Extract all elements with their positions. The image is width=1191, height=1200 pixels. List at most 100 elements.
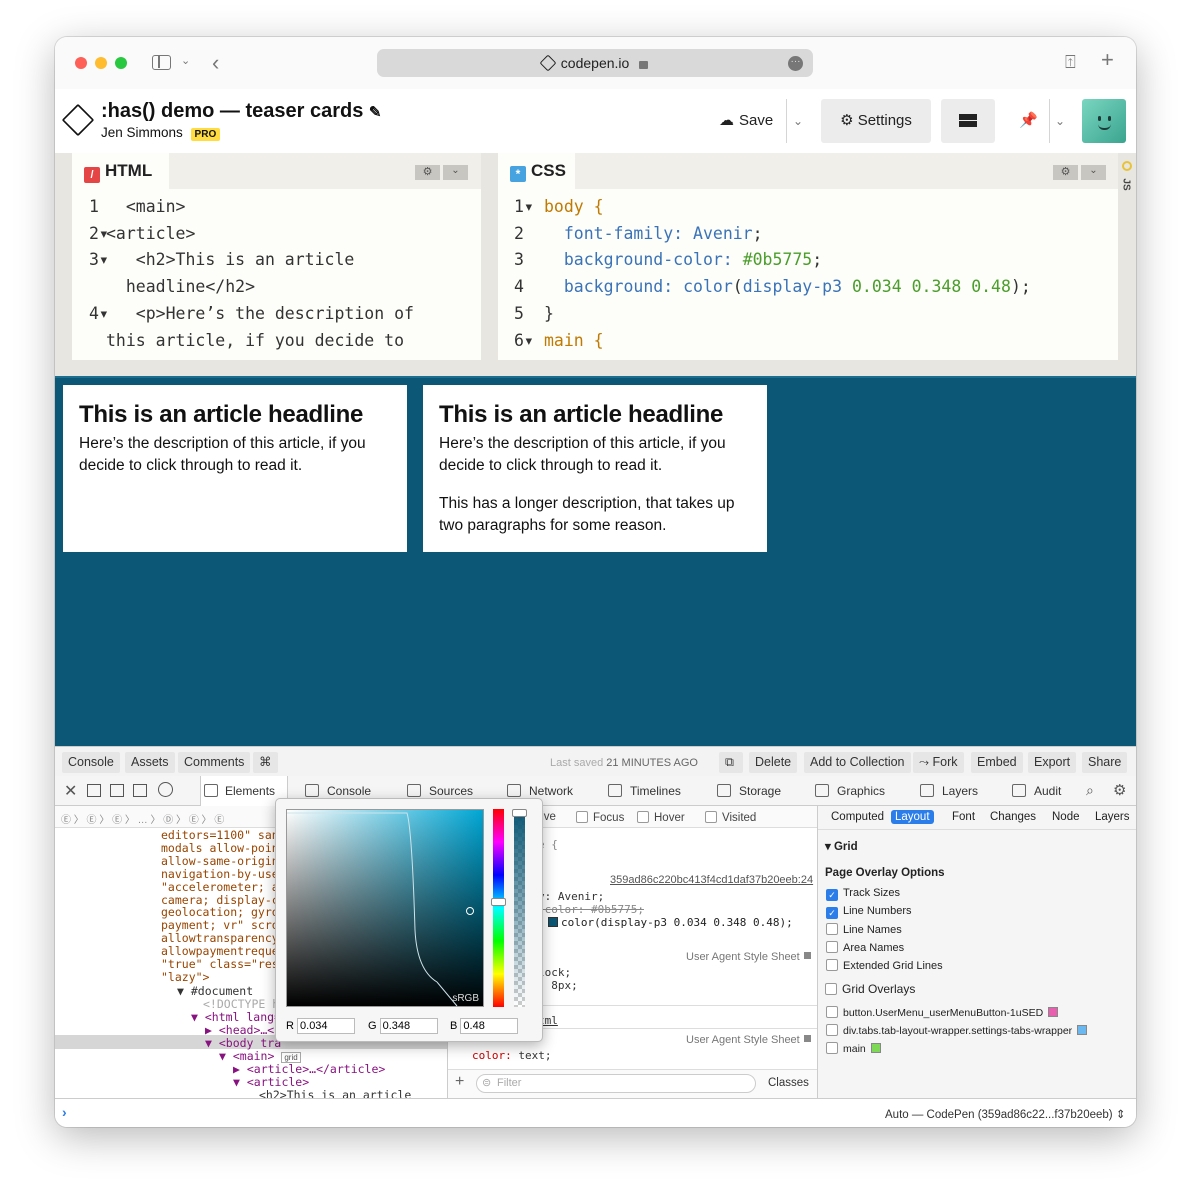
keyboard-shortcuts-button[interactable]: ⌘ [253,752,278,773]
open-new-window-icon[interactable]: ⧉ [719,752,743,773]
css-code[interactable]: 1▾ body {2 font-family: Avenir; 3 backgrou… [498,189,1118,360]
console-prompt-icon[interactable]: › [62,1104,67,1120]
tab-font[interactable]: Font [948,810,979,824]
search-icon[interactable]: ⌕ [1086,782,1094,799]
editor-settings-icon[interactable]: ⚙ [1053,165,1078,180]
dom-main[interactable]: ▼ <main> grid [219,1049,301,1063]
blue-channel-field[interactable]: B 0.48 [450,1018,519,1034]
console-button[interactable]: Console [62,752,120,773]
share-button[interactable]: Share [1082,752,1128,773]
grid-section-header[interactable]: ▾ Grid [825,839,858,853]
checkbox[interactable] [826,923,838,935]
change-view-button[interactable] [941,99,995,143]
tab-layout[interactable]: Layout [891,810,934,824]
address-bar[interactable]: codepen.io ··· [377,49,813,77]
overlay-option[interactable]: Extended Grid Lines [826,959,943,972]
tab-storage[interactable]: Storage [717,776,781,806]
overlay-option[interactable]: ✓ Line Numbers [826,905,911,919]
overlay-color-swatch[interactable] [870,1043,881,1053]
dom-article[interactable]: ▶ <article>…</article> [233,1062,385,1076]
stylesheet-source-link[interactable]: 359ad86c220bc413f4cd1daf37b20eeb:24 [610,874,813,886]
inspect-target-icon[interactable] [158,782,173,797]
delete-button[interactable]: Delete [749,752,798,773]
console-input[interactable] [75,1103,855,1123]
tab-graphics[interactable]: Graphics [815,776,885,806]
close-window-button[interactable] [75,57,87,69]
dom-h2[interactable]: <h2>This is an article [259,1088,411,1098]
pen-author[interactable]: Jen Simmons PRO [101,125,221,141]
console-context-selector[interactable]: Auto — CodePen (359ad86c22...f37b20eeb) … [885,1107,1125,1121]
color-picker-popover[interactable]: sRGB R 0.034 G 0.348 B 0.48 [275,798,543,1042]
overlay-option[interactable]: Area Names [826,941,904,954]
css-editor[interactable]: * CSS ⚙ ⌄ 1▾ body {2 font-family: Avenir; 3… [498,153,1118,360]
close-icon[interactable]: ✕ [64,781,77,801]
undock-icon[interactable] [133,784,147,797]
color-picker-handle[interactable] [466,907,474,915]
alpha-slider[interactable] [512,809,527,1007]
edit-pencil-icon[interactable]: ✎ [369,104,382,121]
html-code[interactable]: 1 <main> 2▾ <article> 3▾ <h2>This is an art… [72,189,481,360]
tab-css[interactable]: * CSS [498,153,575,189]
add-rule-icon[interactable]: + [455,1073,464,1091]
tab-layers[interactable]: Layers [1091,810,1134,824]
tab-computed[interactable]: Computed [827,810,888,824]
zoom-window-button[interactable] [115,57,127,69]
classes-toggle[interactable]: Classes [768,1077,809,1089]
grid-overlay-item[interactable]: main [826,1042,881,1055]
ua-color-rule[interactable]: color: text; [472,1049,552,1062]
dock-right-icon[interactable] [110,784,124,797]
js-editor-collapsed[interactable]: JS [1118,153,1136,376]
styles-filter-input[interactable]: ⊜ Filter [476,1074,756,1093]
back-arrow-icon[interactable]: ‹ [212,50,219,76]
green-channel-field[interactable]: G 0.348 [368,1018,438,1034]
dock-bottom-icon[interactable] [87,784,101,797]
tab-changes[interactable]: Changes [986,810,1040,824]
editor-collapse-icon[interactable]: ⌄ [443,165,468,180]
tab-timelines[interactable]: Timelines [608,776,681,806]
overlay-color-swatch[interactable] [1048,1007,1059,1017]
codepen-logo-icon[interactable] [61,103,95,137]
checkbox[interactable] [826,959,838,971]
editor-collapse-icon[interactable]: ⌄ [1081,165,1106,180]
share-icon[interactable]: ⍐ [1065,52,1076,73]
grid-overlay-item[interactable]: div.tabs.tab-layout-wrapper.settings-tab… [826,1024,1088,1037]
background-color-value[interactable]: color(display-p3 0.034 0.348 0.48); [548,916,793,929]
assets-button[interactable]: Assets [125,752,175,773]
fork-button[interactable]: ⤳ Fork [913,752,964,773]
chevron-down-icon[interactable]: ⌄ [1055,99,1065,143]
avatar[interactable] [1082,99,1126,143]
checkbox[interactable]: ✓ [826,907,838,919]
overlay-option[interactable]: ✓ Track Sizes [826,887,900,901]
export-button[interactable]: Export [1028,752,1077,773]
comments-button[interactable]: Comments [178,752,251,773]
tab-html[interactable]: / HTML [72,153,169,189]
grid-overlays-header[interactable]: Grid Overlays [825,982,915,996]
color-saturation-field[interactable]: sRGB [286,809,484,1007]
embed-button[interactable]: Embed [971,752,1023,773]
dom-html[interactable]: ▼ <html lang= [191,1010,281,1024]
checkbox[interactable]: ✓ [826,889,838,901]
settings-button[interactable]: ⚙ Settings [821,99,931,143]
hue-slider-handle[interactable] [491,898,506,906]
overlay-color-swatch[interactable] [1077,1025,1088,1035]
tab-layers[interactable]: Layers [920,776,978,806]
pen-title[interactable]: :has() demo — teaser cards ✎ [101,100,381,123]
minimize-window-button[interactable] [95,57,107,69]
more-options-icon[interactable]: ··· [788,56,803,71]
color-swatch[interactable] [548,917,558,927]
checkbox[interactable] [826,1042,838,1054]
chevron-down-icon[interactable]: ⌄ [793,99,803,143]
hue-slider[interactable] [491,809,506,1007]
add-to-collection-button[interactable]: Add to Collection [804,752,911,773]
grid-overlay-item[interactable]: button.UserMenu_userMenuButton-1uSED [826,1006,1059,1019]
checkbox[interactable] [826,1006,838,1018]
sidebar-toggle-icon[interactable] [152,55,171,70]
dom-body[interactable]: ▼ <body tra [205,1036,281,1050]
checkbox[interactable] [826,941,838,953]
dom-document[interactable]: ▼ #document [177,984,253,998]
new-tab-icon[interactable]: + [1101,47,1114,73]
checkbox[interactable] [826,1024,838,1036]
tab-node[interactable]: Node [1048,810,1084,824]
tab-audit[interactable]: Audit [1012,776,1061,806]
overlay-option[interactable]: Line Names [826,923,902,936]
